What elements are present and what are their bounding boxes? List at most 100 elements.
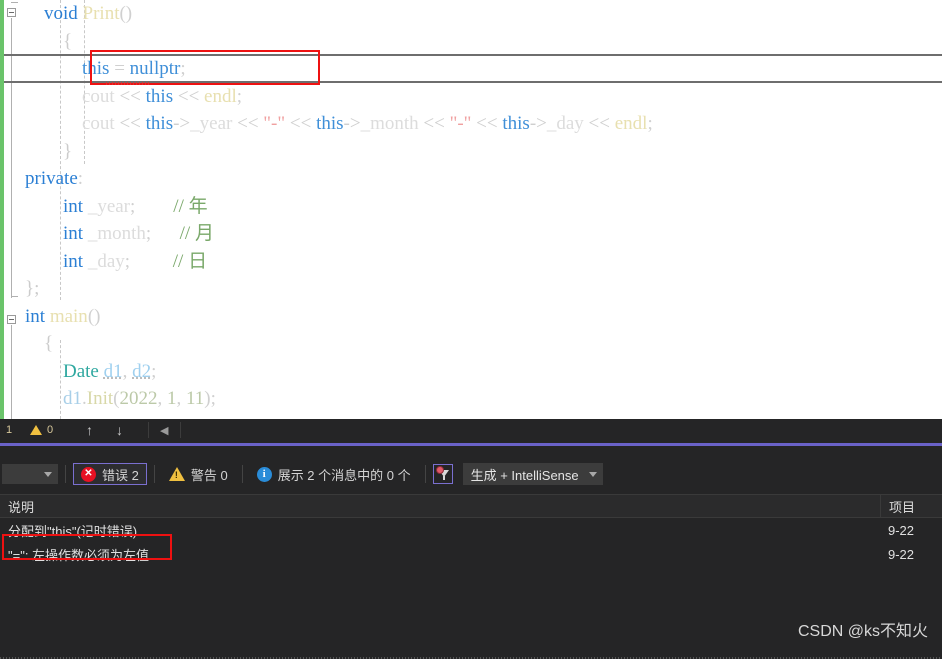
code-line[interactable]: };	[0, 275, 942, 303]
code-line[interactable]: cout << this << endl;	[0, 83, 942, 111]
filter-funnel-icon[interactable]	[432, 464, 453, 484]
code-token: _day	[546, 113, 584, 134]
watermark-label: CSDN @ks不知火	[797, 623, 928, 640]
warning-triangle-icon	[30, 425, 42, 435]
toolbar-divider-1	[65, 465, 66, 483]
code-line[interactable]: {	[0, 330, 942, 358]
error-circle-icon: ✕	[81, 466, 96, 482]
table-row[interactable]: 分配到"this"(记时错误) 9-22	[0, 518, 942, 542]
code-token: <<	[285, 113, 317, 134]
code-token: Date	[63, 360, 104, 382]
code-token: // 日	[172, 250, 208, 272]
nav-back-icon[interactable]: ◀	[160, 424, 168, 437]
column-header-project[interactable]: 项目	[880, 495, 942, 517]
code-token: <<	[114, 85, 146, 107]
error-squiggle	[106, 82, 150, 85]
code-line[interactable]: private:	[0, 165, 942, 193]
code-line[interactable]: d1.Init(2022, 1, 11);	[0, 385, 942, 413]
code-token: 2022	[119, 388, 158, 409]
code-token: _month	[87, 223, 146, 244]
code-token: {	[44, 333, 54, 354]
build-scope-label: 生成 + IntelliSense	[470, 467, 579, 483]
error-list-panel: ✕ 错误 2 警告 0 i 展示 2 个消息中的 0 个 生成 + Intell…	[0, 446, 942, 659]
code-token: _day	[87, 250, 125, 272]
code-token: :	[77, 168, 84, 189]
nav-down-icon[interactable]: ↓	[116, 423, 123, 437]
code-token: ()	[119, 3, 133, 24]
funnel-stem	[442, 476, 445, 480]
code-token: <<	[232, 113, 264, 134]
code-line[interactable]: void Print()	[0, 0, 942, 28]
code-token: nullptr	[129, 58, 181, 79]
filter-active-dot	[435, 466, 444, 474]
code-line[interactable]: }	[0, 138, 942, 166]
chevron-down-icon	[588, 471, 597, 477]
code-token: cout	[82, 113, 115, 134]
code-token: int	[63, 195, 88, 217]
toolbar-divider-3	[241, 465, 243, 483]
code-token: d1	[63, 388, 82, 409]
cell-project: 9-22	[888, 546, 915, 562]
cell-project: 9-22	[888, 522, 915, 538]
code-line[interactable]: Date d1, d2;	[0, 358, 942, 386]
error-list-toolbar: ✕ 错误 2 警告 0 i 展示 2 个消息中的 0 个 生成 + Intell…	[0, 460, 942, 488]
code-token: ;	[236, 85, 243, 107]
code-token: // 月	[179, 223, 214, 244]
code-token: ->	[343, 113, 361, 134]
code-token: <<	[114, 113, 146, 134]
toolbar-divider-4	[424, 465, 426, 483]
code-token: main	[49, 305, 88, 327]
code-token: =	[109, 58, 130, 79]
code-line[interactable]: int _day; // 日	[0, 248, 942, 276]
status-warning-group[interactable]: 0	[30, 419, 53, 441]
cell-description: "=": 左操作数必须为左值	[8, 547, 150, 563]
code-token: d1	[103, 360, 123, 382]
code-token: int	[25, 305, 50, 327]
code-text[interactable]: void Print() { this = nullptr; cout << t…	[0, 0, 942, 413]
build-scope-combo[interactable]: 生成 + IntelliSense	[462, 463, 603, 485]
code-token: ->	[173, 113, 191, 134]
column-header-description[interactable]: 说明	[0, 497, 880, 516]
warning-triangle-icon	[168, 467, 185, 481]
code-token: this	[82, 58, 110, 79]
code-line[interactable]: int _year; // 年	[0, 193, 942, 221]
code-line[interactable]: {	[0, 28, 942, 56]
code-token: ;	[151, 360, 157, 382]
scope-filter-combo[interactable]	[2, 464, 58, 484]
code-line[interactable]: cout << this->_year << "-" << this->_mon…	[0, 110, 942, 138]
code-token: // 年	[173, 195, 208, 217]
code-token: <<	[173, 85, 205, 107]
code-token: "-"	[449, 113, 472, 134]
table-header-row: 说明 项目	[0, 494, 942, 518]
messages-filter-button[interactable]: i 展示 2 个消息中的 0 个	[250, 463, 418, 485]
code-token: 11	[185, 388, 205, 409]
nav-up-icon[interactable]: ↑	[86, 423, 93, 437]
code-token: <<	[471, 113, 503, 134]
code-token: ->	[529, 113, 547, 134]
cell-description: 分配到"this"(记时错误)	[8, 523, 138, 539]
code-token: this	[145, 85, 174, 107]
code-token: _year	[190, 113, 233, 134]
warnings-filter-button[interactable]: 警告 0	[162, 463, 235, 485]
code-token: "-"	[263, 113, 286, 134]
code-token: <<	[418, 113, 450, 134]
code-line[interactable]: this = nullptr;	[0, 55, 942, 83]
errors-filter-button[interactable]: ✕ 错误 2	[73, 463, 147, 485]
code-token: Init	[86, 388, 114, 409]
code-token: private	[25, 168, 78, 189]
code-token: _year	[87, 195, 131, 217]
code-token: ,	[176, 388, 186, 409]
table-row[interactable]: "=": 左操作数必须为左值 9-22	[0, 542, 942, 566]
code-line[interactable]: int main()	[0, 303, 942, 331]
code-line[interactable]: int _month; // 月	[0, 220, 942, 248]
code-token: endl	[614, 113, 648, 134]
code-editor[interactable]: void Print() { this = nullptr; cout << t…	[0, 0, 942, 419]
